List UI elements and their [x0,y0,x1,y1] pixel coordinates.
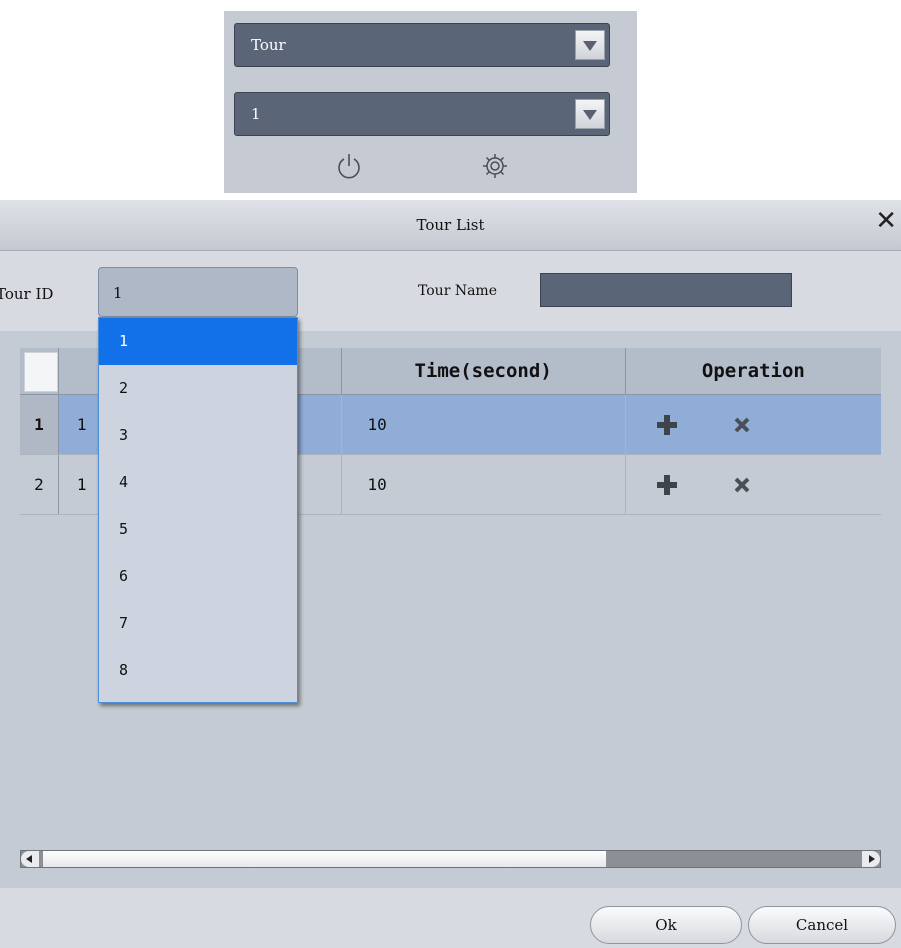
mode-select[interactable]: Tour [234,23,610,67]
close-icon[interactable]: ✕ [875,208,897,234]
column-header-time[interactable]: Time(second) [341,348,626,395]
dropdown-option[interactable]: 2 [99,365,297,412]
row-number: 1 [20,394,59,455]
dialog-title: Tour List [416,216,485,234]
add-icon[interactable] [656,474,678,496]
scroll-right-icon[interactable] [862,851,880,867]
tour-id-label: Tour ID [0,285,54,303]
dropdown-option[interactable]: 8 [99,647,297,694]
dropdown-option[interactable]: 4 [99,459,297,506]
mode-select-value: Tour [251,36,286,54]
scroll-left-icon[interactable] [21,851,39,867]
add-icon[interactable] [656,414,678,436]
title-bar: Tour List ✕ [0,200,901,251]
ok-button[interactable]: Ok [590,906,742,944]
dropdown-option[interactable]: 5 [99,506,297,553]
cell-operation [625,394,881,455]
scroll-thumb[interactable] [43,851,607,867]
number-select-value: 1 [251,105,261,123]
dropdown-option[interactable]: 3 [99,412,297,459]
cell-time[interactable]: 10 [341,394,626,455]
delete-icon[interactable] [733,416,751,434]
dialog-footer: Ok Cancel [0,888,901,948]
dropdown-option[interactable]: 1 [99,318,297,365]
dropdown-option[interactable]: 7 [99,600,297,647]
tour-id-dropdown: 1 2 3 4 5 6 7 8 [98,317,298,703]
tour-id-value: 1 [113,284,123,302]
select-all-corner[interactable] [20,348,59,395]
tour-name-label: Tour Name [418,283,497,299]
cell-time[interactable]: 10 [341,454,626,515]
cell-operation [625,454,881,515]
gear-icon[interactable] [481,151,509,181]
power-icon[interactable] [336,151,362,181]
dropdown-option[interactable]: 6 [99,553,297,600]
column-header-operation[interactable]: Operation [625,348,881,395]
row-number: 2 [20,454,59,515]
chevron-down-icon[interactable] [575,99,605,129]
number-select[interactable]: 1 [234,92,610,136]
tour-name-input[interactable] [540,273,792,307]
horizontal-scrollbar[interactable] [20,850,881,868]
delete-icon[interactable] [733,476,751,494]
chevron-down-icon[interactable] [575,30,605,60]
control-panel: Tour 1 [224,11,637,193]
cancel-button[interactable]: Cancel [748,906,896,944]
tour-id-select[interactable]: 1 [98,267,298,317]
